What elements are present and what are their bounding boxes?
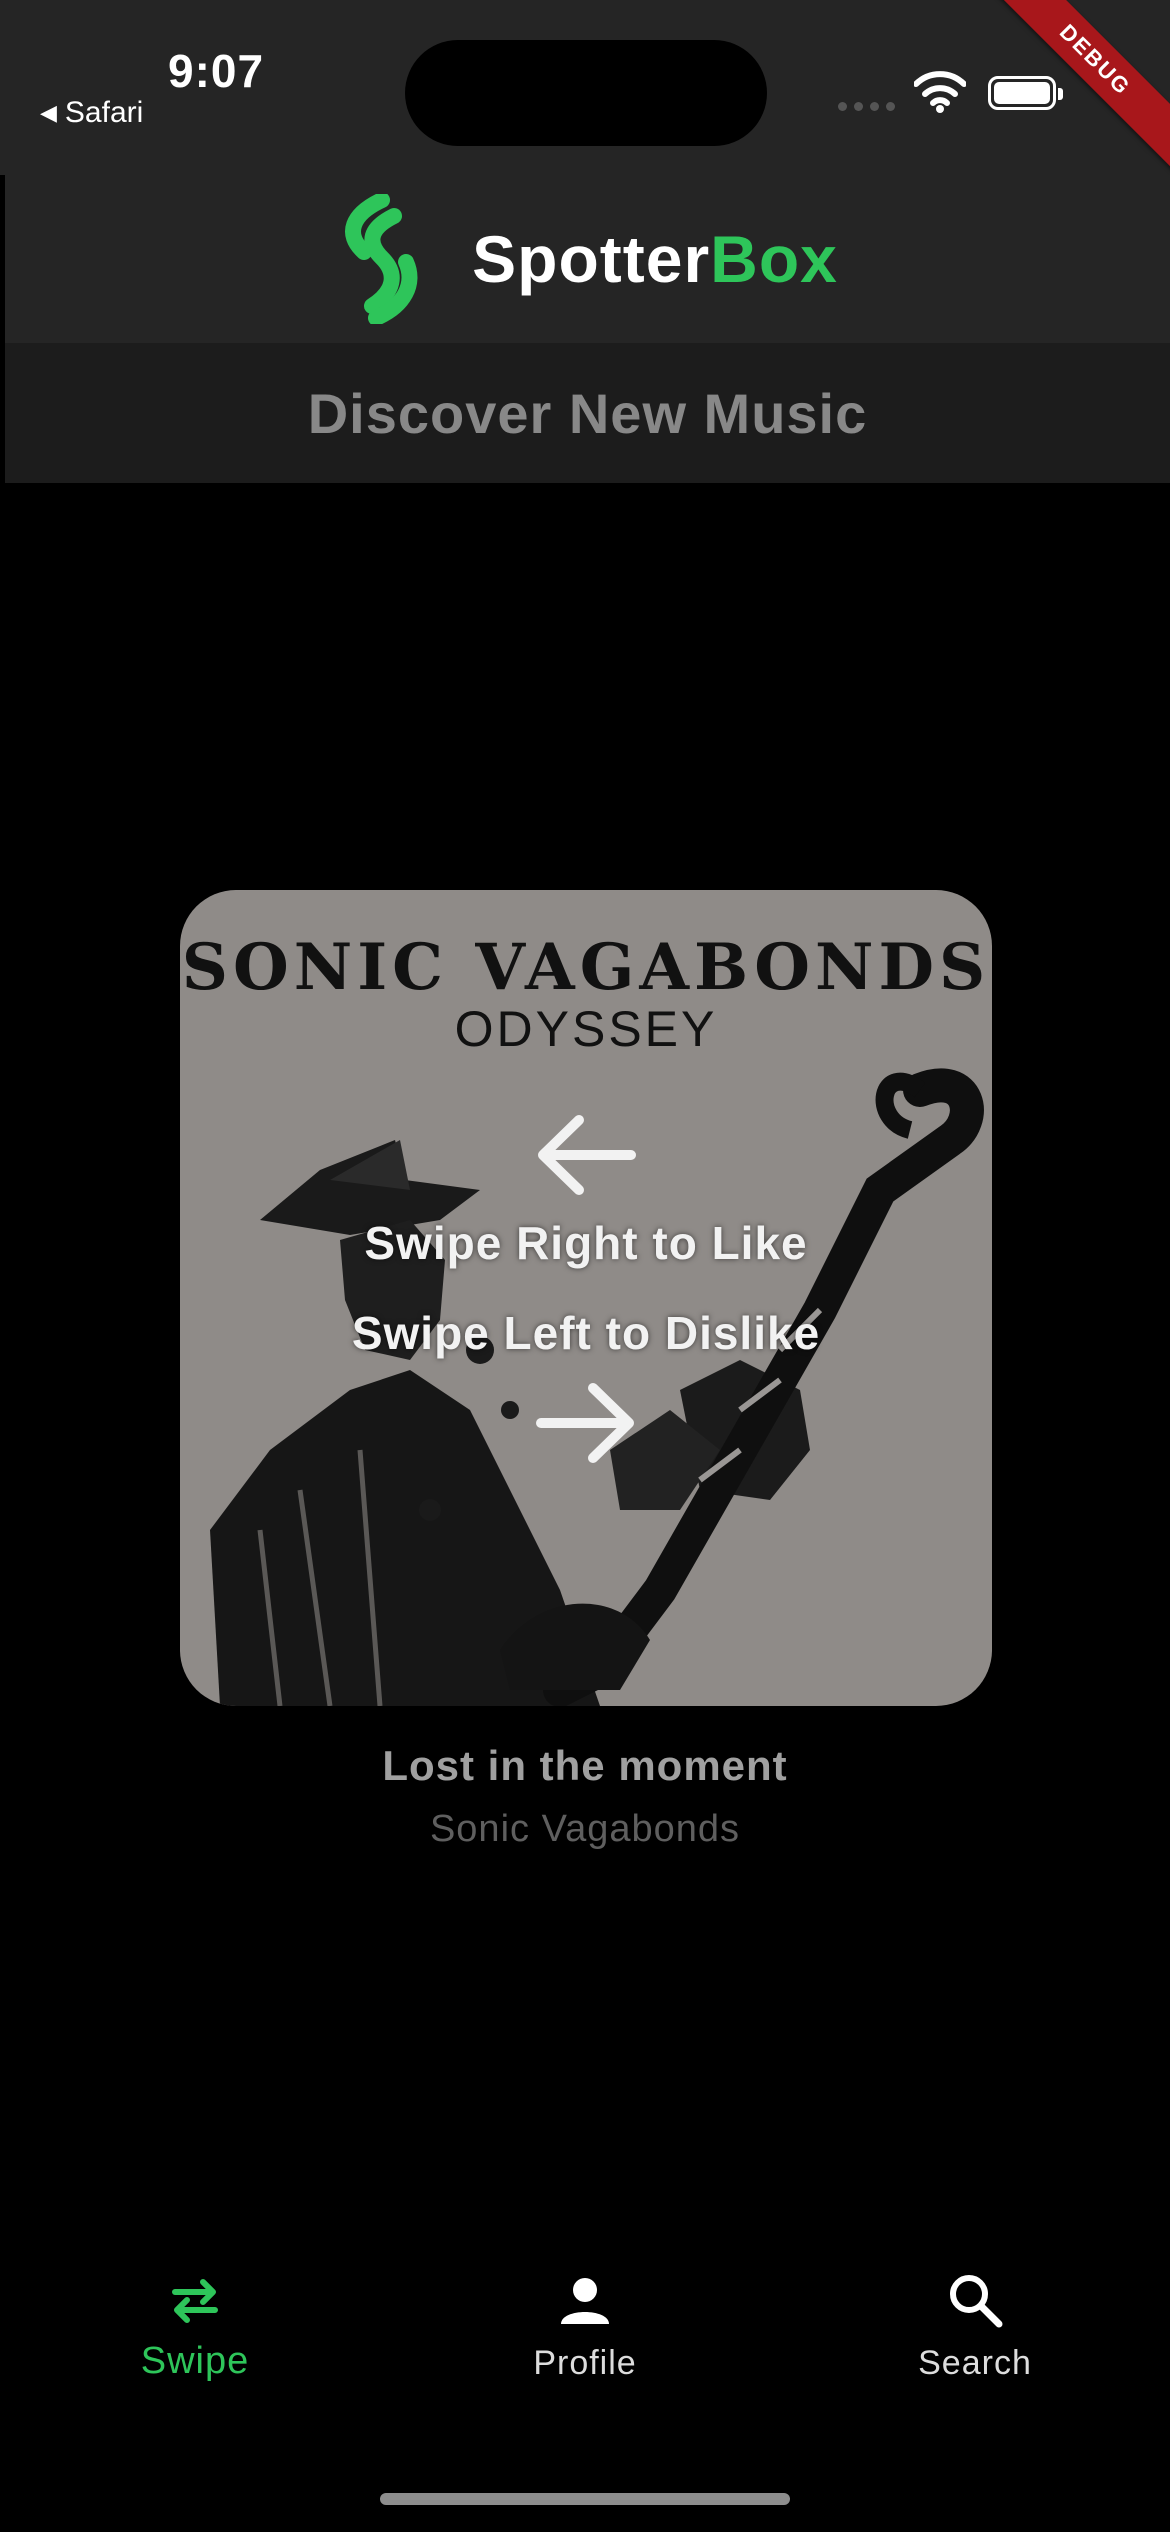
subheader: Discover New Music [5,343,1170,483]
cellular-signal-icon [838,102,895,111]
person-icon [561,2278,609,2324]
track-artist: Sonic Vagabonds [429,1808,741,1850]
nav-label-search: Search [918,2344,1032,2382]
home-indicator[interactable] [380,2493,790,2505]
album-subtitle: ODYSSEY [454,1001,718,1057]
back-app-label: Safari [64,96,144,129]
album-title: SONIC VAGABONDS [181,930,991,1005]
search-icon [950,2275,1003,2328]
brand-primary: Spotter [472,222,711,296]
swipe-left-hint: Swipe Left to Dislike [351,1307,821,1359]
nav-label-profile: Profile [533,2344,637,2382]
battery-icon [988,76,1063,110]
spotterbox-logo-icon [345,194,418,324]
bottom-navigation: Swipe Profile Search [0,2270,1170,2420]
swap-arrows-icon [172,2279,218,2323]
arrow-right-icon [536,1383,634,1463]
page-title: Discover New Music [307,381,868,445]
arrow-left-icon [538,1115,636,1195]
app-brand-title: SpotterBox [472,221,838,297]
status-time: 9:07 [168,45,265,97]
swipe-right-hint: Swipe Right to Like [364,1217,808,1269]
back-triangle-icon: ◀ [40,100,57,125]
nav-label-swipe: Swipe [140,2340,250,2382]
swipe-card[interactable]: SONIC VAGABONDS ODYSSEY Swipe Right to L… [180,890,992,1706]
brand-accent: Box [710,222,838,296]
track-title: Lost in the moment [382,1742,788,1789]
status-bar: 9:07 ◀ Safari [0,0,1170,175]
app-bar: SpotterBox [0,175,1170,343]
back-to-app-link[interactable]: ◀ Safari [40,96,143,130]
nav-item-profile[interactable]: Profile [390,2270,780,2420]
nav-item-swipe[interactable]: Swipe [0,2270,390,2420]
dynamic-island [405,40,767,146]
swipe-instructions: Swipe Right to Like Swipe Left to Dislik… [180,1110,992,1468]
wifi-icon [914,71,966,113]
nav-item-search[interactable]: Search [780,2270,1170,2420]
